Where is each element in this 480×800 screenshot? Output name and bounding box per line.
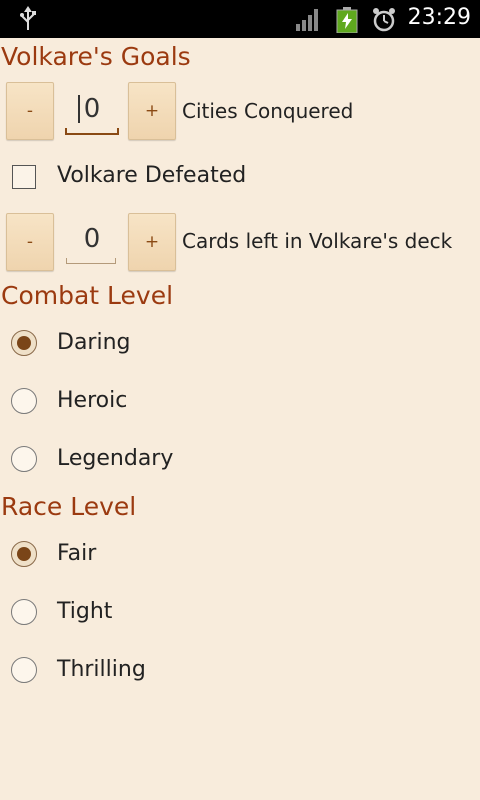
- alarm-icon: [371, 7, 397, 37]
- cities-value-field[interactable]: 0: [66, 89, 118, 129]
- status-bar: 23:29: [0, 0, 480, 38]
- volkare-defeated-label: Volkare Defeated: [57, 163, 247, 188]
- cards-increment-button[interactable]: +: [128, 213, 176, 271]
- combat-daring-radio[interactable]: [11, 330, 37, 356]
- cards-field-underline: [66, 258, 116, 264]
- cards-decrement-button[interactable]: -: [6, 213, 54, 271]
- cities-decrement-button[interactable]: -: [6, 82, 54, 140]
- cities-label: Cities Conquered: [182, 99, 354, 123]
- cities-increment-button[interactable]: +: [128, 82, 176, 140]
- cards-value-field[interactable]: 0: [66, 219, 118, 259]
- race-tight-label: Tight: [57, 599, 113, 624]
- text-cursor: [78, 95, 80, 123]
- cards-label: Cards left in Volkare's deck: [182, 229, 453, 253]
- race-fair-radio[interactable]: [11, 541, 37, 567]
- status-time: 23:29: [407, 5, 471, 30]
- combat-legendary-radio[interactable]: [11, 446, 37, 472]
- combat-daring-label: Daring: [57, 330, 131, 355]
- combat-heroic-label: Heroic: [57, 388, 128, 413]
- usb-icon: [18, 6, 38, 36]
- signal-icon: [296, 9, 322, 35]
- volkare-defeated-checkbox[interactable]: [12, 165, 36, 189]
- race-tight-radio[interactable]: [11, 599, 37, 625]
- combat-legendary-label: Legendary: [57, 446, 174, 471]
- battery-charging-icon: [336, 7, 358, 37]
- race-thrilling-label: Thrilling: [57, 657, 146, 682]
- race-level-title: Race Level: [1, 492, 137, 521]
- combat-level-title: Combat Level: [1, 281, 174, 310]
- cities-field-underline: [65, 128, 119, 135]
- goals-title: Volkare's Goals: [1, 42, 191, 71]
- combat-heroic-radio[interactable]: [11, 388, 37, 414]
- race-fair-label: Fair: [57, 541, 97, 566]
- race-thrilling-radio[interactable]: [11, 657, 37, 683]
